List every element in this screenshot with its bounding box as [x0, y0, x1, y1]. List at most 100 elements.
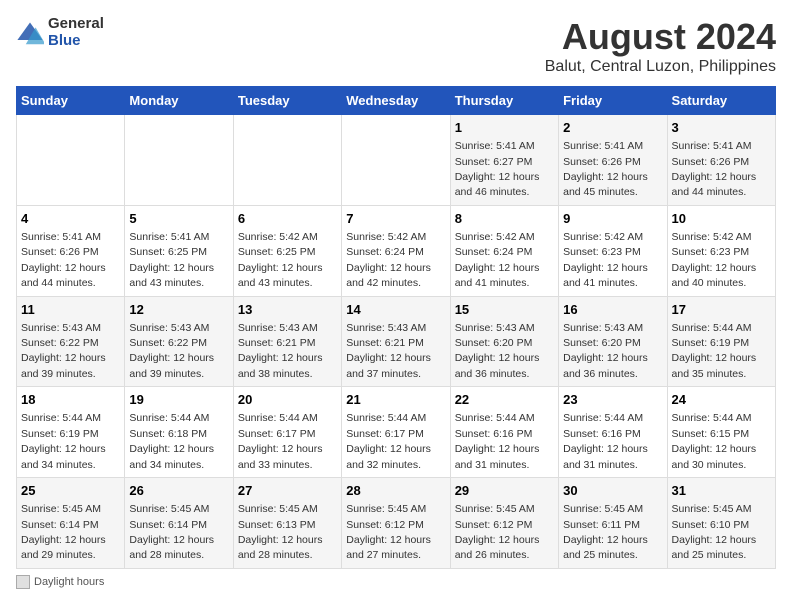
day-info: Sunrise: 5:45 AM Sunset: 6:10 PM Dayligh…	[672, 503, 757, 561]
day-number: 23	[563, 391, 662, 409]
day-cell: 1 Sunrise: 5:41 AM Sunset: 6:27 PM Daylig…	[450, 115, 558, 206]
day-number: 5	[129, 210, 228, 228]
day-info: Sunrise: 5:43 AM Sunset: 6:22 PM Dayligh…	[21, 322, 106, 380]
day-info: Sunrise: 5:44 AM Sunset: 6:19 PM Dayligh…	[672, 322, 757, 380]
day-number: 20	[238, 391, 337, 409]
day-info: Sunrise: 5:43 AM Sunset: 6:20 PM Dayligh…	[563, 322, 648, 380]
week-row-2: 4Sunrise: 5:41 AM Sunset: 6:26 PM Daylig…	[17, 205, 776, 296]
day-cell: 21 Sunrise: 5:44 AM Sunset: 6:17 PM Dayli…	[342, 387, 450, 478]
day-cell: 6 Sunrise: 5:42 AM Sunset: 6:25 PM Daylig…	[233, 205, 341, 296]
day-cell: 24 Sunrise: 5:44 AM Sunset: 6:15 PM Dayli…	[667, 387, 775, 478]
day-info: Sunrise: 5:45 AM Sunset: 6:11 PM Dayligh…	[563, 503, 648, 561]
day-cell: 8Sunrise: 5:42 AM Sunset: 6:24 PM Daylig…	[450, 205, 558, 296]
day-number: 16	[563, 301, 662, 319]
day-number: 2	[563, 119, 662, 137]
page-title: August 2024	[545, 16, 776, 58]
day-cell: 23 Sunrise: 5:44 AM Sunset: 6:16 PM Dayli…	[559, 387, 667, 478]
day-number: 4	[21, 210, 120, 228]
day-number: 28	[346, 482, 445, 500]
day-number: 14	[346, 301, 445, 319]
week-row-3: 11 Sunrise: 5:43 AM Sunset: 6:22 PM Dayli…	[17, 296, 776, 387]
day-cell: 9Sunrise: 5:42 AM Sunset: 6:23 PM Daylig…	[559, 205, 667, 296]
logo: General Blue	[16, 16, 104, 49]
day-number: 21	[346, 391, 445, 409]
page-header: General Blue August 2024 Balut, Central …	[16, 16, 776, 76]
header-cell-saturday: Saturday	[667, 87, 775, 115]
day-cell: 14 Sunrise: 5:43 AM Sunset: 6:21 PM Dayli…	[342, 296, 450, 387]
logo-general: General	[48, 16, 104, 33]
page-subtitle: Balut, Central Luzon, Philippines	[545, 58, 776, 76]
day-number: 1	[455, 119, 554, 137]
legend-color	[16, 575, 30, 589]
calendar-table: SundayMondayTuesdayWednesdayThursdayFrid…	[16, 86, 776, 569]
week-row-4: 18Sunrise: 5:44 AM Sunset: 6:19 PM Dayli…	[17, 387, 776, 478]
day-number: 27	[238, 482, 337, 500]
day-info: Sunrise: 5:41 AM Sunset: 6:26 PM Dayligh…	[672, 140, 757, 198]
day-info: Sunrise: 5:44 AM Sunset: 6:17 PM Dayligh…	[238, 412, 323, 470]
header-cell-tuesday: Tuesday	[233, 87, 341, 115]
header-cell-thursday: Thursday	[450, 87, 558, 115]
day-info: Sunrise: 5:44 AM Sunset: 6:17 PM Dayligh…	[346, 412, 431, 470]
day-number: 3	[672, 119, 771, 137]
day-cell: 12Sunrise: 5:43 AM Sunset: 6:22 PM Dayli…	[125, 296, 233, 387]
day-info: Sunrise: 5:45 AM Sunset: 6:14 PM Dayligh…	[129, 503, 214, 561]
day-cell: 17 Sunrise: 5:44 AM Sunset: 6:19 PM Dayli…	[667, 296, 775, 387]
legend-item: Daylight hours	[16, 575, 104, 589]
day-number: 11	[21, 301, 120, 319]
day-number: 26	[129, 482, 228, 500]
day-cell: 19Sunrise: 5:44 AM Sunset: 6:18 PM Dayli…	[125, 387, 233, 478]
day-info: Sunrise: 5:44 AM Sunset: 6:16 PM Dayligh…	[455, 412, 540, 470]
footer: Daylight hours	[16, 575, 776, 589]
calendar-body: 1 Sunrise: 5:41 AM Sunset: 6:27 PM Daylig…	[17, 115, 776, 569]
day-cell: 2 Sunrise: 5:41 AM Sunset: 6:26 PM Daylig…	[559, 115, 667, 206]
day-number: 18	[21, 391, 120, 409]
legend-label: Daylight hours	[34, 576, 104, 588]
day-info: Sunrise: 5:43 AM Sunset: 6:20 PM Dayligh…	[455, 322, 540, 380]
header-cell-monday: Monday	[125, 87, 233, 115]
logo-blue: Blue	[48, 33, 104, 50]
day-info: Sunrise: 5:42 AM Sunset: 6:24 PM Dayligh…	[455, 231, 540, 289]
day-info: Sunrise: 5:45 AM Sunset: 6:13 PM Dayligh…	[238, 503, 323, 561]
day-info: Sunrise: 5:44 AM Sunset: 6:16 PM Dayligh…	[563, 412, 648, 470]
day-number: 6	[238, 210, 337, 228]
day-cell	[125, 115, 233, 206]
day-cell: 29Sunrise: 5:45 AM Sunset: 6:12 PM Dayli…	[450, 478, 558, 569]
day-cell: 16 Sunrise: 5:43 AM Sunset: 6:20 PM Dayli…	[559, 296, 667, 387]
day-cell: 28 Sunrise: 5:45 AM Sunset: 6:12 PM Dayli…	[342, 478, 450, 569]
day-cell: 30 Sunrise: 5:45 AM Sunset: 6:11 PM Dayli…	[559, 478, 667, 569]
day-info: Sunrise: 5:43 AM Sunset: 6:21 PM Dayligh…	[238, 322, 323, 380]
day-info: Sunrise: 5:44 AM Sunset: 6:18 PM Dayligh…	[129, 412, 214, 470]
day-info: Sunrise: 5:42 AM Sunset: 6:23 PM Dayligh…	[563, 231, 648, 289]
day-info: Sunrise: 5:41 AM Sunset: 6:27 PM Dayligh…	[455, 140, 540, 198]
calendar-header: SundayMondayTuesdayWednesdayThursdayFrid…	[17, 87, 776, 115]
day-cell: 10Sunrise: 5:42 AM Sunset: 6:23 PM Dayli…	[667, 205, 775, 296]
day-info: Sunrise: 5:42 AM Sunset: 6:24 PM Dayligh…	[346, 231, 431, 289]
day-info: Sunrise: 5:45 AM Sunset: 6:12 PM Dayligh…	[346, 503, 431, 561]
day-number: 17	[672, 301, 771, 319]
day-cell: 7Sunrise: 5:42 AM Sunset: 6:24 PM Daylig…	[342, 205, 450, 296]
header-cell-sunday: Sunday	[17, 87, 125, 115]
day-info: Sunrise: 5:43 AM Sunset: 6:21 PM Dayligh…	[346, 322, 431, 380]
day-number: 10	[672, 210, 771, 228]
day-cell	[233, 115, 341, 206]
day-cell: 26 Sunrise: 5:45 AM Sunset: 6:14 PM Dayli…	[125, 478, 233, 569]
day-cell: 13 Sunrise: 5:43 AM Sunset: 6:21 PM Dayli…	[233, 296, 341, 387]
logo-icon	[16, 19, 44, 47]
day-cell: 4Sunrise: 5:41 AM Sunset: 6:26 PM Daylig…	[17, 205, 125, 296]
day-info: Sunrise: 5:45 AM Sunset: 6:12 PM Dayligh…	[455, 503, 540, 561]
day-number: 15	[455, 301, 554, 319]
day-info: Sunrise: 5:44 AM Sunset: 6:15 PM Dayligh…	[672, 412, 757, 470]
logo-text: General Blue	[48, 16, 104, 49]
day-number: 24	[672, 391, 771, 409]
day-cell	[342, 115, 450, 206]
day-cell: 5Sunrise: 5:41 AM Sunset: 6:25 PM Daylig…	[125, 205, 233, 296]
day-info: Sunrise: 5:42 AM Sunset: 6:25 PM Dayligh…	[238, 231, 323, 289]
day-info: Sunrise: 5:45 AM Sunset: 6:14 PM Dayligh…	[21, 503, 106, 561]
day-info: Sunrise: 5:41 AM Sunset: 6:26 PM Dayligh…	[563, 140, 648, 198]
week-row-1: 1 Sunrise: 5:41 AM Sunset: 6:27 PM Daylig…	[17, 115, 776, 206]
day-number: 13	[238, 301, 337, 319]
day-cell: 18Sunrise: 5:44 AM Sunset: 6:19 PM Dayli…	[17, 387, 125, 478]
day-cell: 20 Sunrise: 5:44 AM Sunset: 6:17 PM Dayli…	[233, 387, 341, 478]
day-number: 30	[563, 482, 662, 500]
day-cell	[17, 115, 125, 206]
